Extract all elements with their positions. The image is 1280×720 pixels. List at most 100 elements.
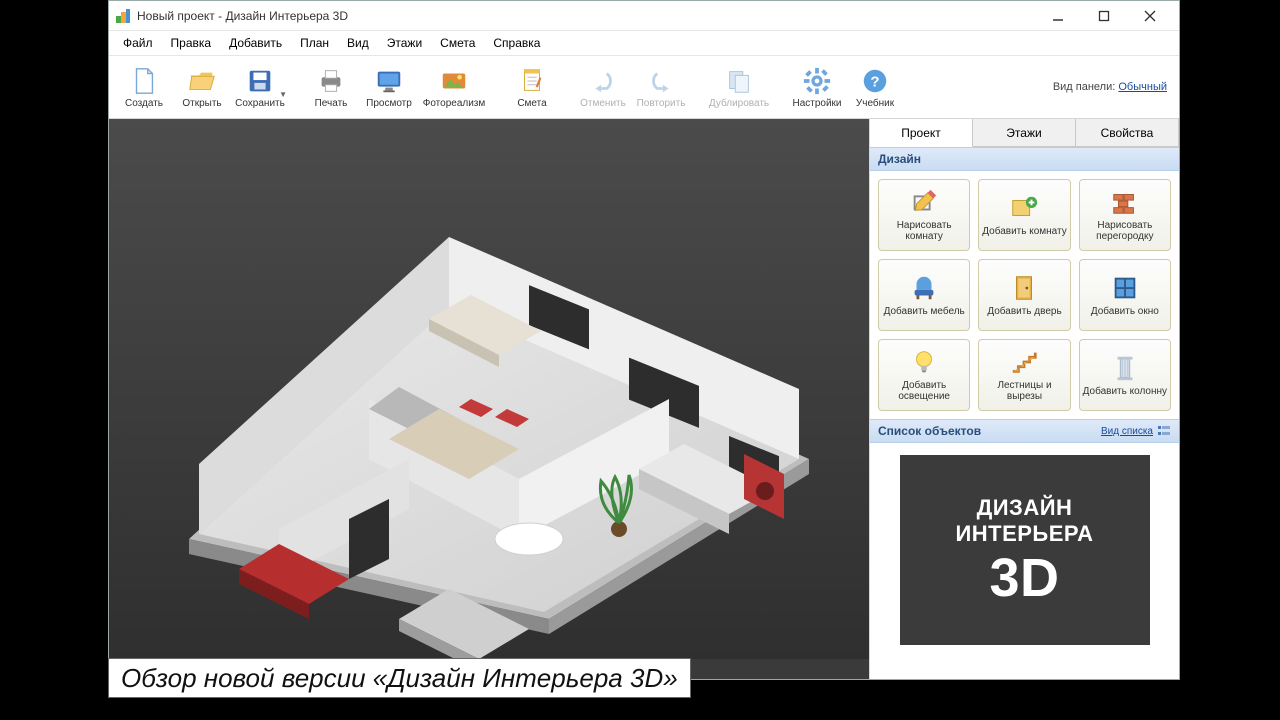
armchair-icon	[909, 274, 939, 302]
video-caption: Обзор новой версии «Дизайн Интерьера 3D»	[108, 658, 691, 698]
side-panel: Проект Этажи Свойства Дизайн Нарисовать …	[869, 119, 1179, 679]
label: Добавить освещение	[881, 380, 967, 402]
app-icon	[115, 8, 131, 24]
svg-text:?: ?	[870, 73, 879, 90]
notes-icon	[517, 66, 547, 96]
label: Создать	[125, 98, 163, 109]
open-button[interactable]: Открыть	[173, 57, 231, 117]
side-tabs: Проект Этажи Свойства	[870, 119, 1179, 147]
add-window-button[interactable]: Добавить окно	[1079, 259, 1171, 331]
folder-open-icon	[187, 66, 217, 96]
brick-wall-icon	[1110, 188, 1140, 216]
label: Открыть	[182, 98, 221, 109]
titlebar: Новый проект - Дизайн Интерьера 3D	[109, 1, 1179, 31]
settings-button[interactable]: Настройки	[788, 57, 846, 117]
undo-icon	[588, 66, 618, 96]
chevron-down-icon: ▼	[279, 90, 287, 99]
section-title: Список объектов	[878, 424, 981, 438]
menu-estimate[interactable]: Смета	[432, 33, 483, 53]
list-view-icon[interactable]	[1157, 424, 1171, 438]
draw-room-button[interactable]: Нарисовать комнату	[878, 179, 970, 251]
window-title: Новый проект - Дизайн Интерьера 3D	[137, 9, 1035, 23]
menu-floors[interactable]: Этажи	[379, 33, 430, 53]
menu-view[interactable]: Вид	[339, 33, 377, 53]
label: Лестницы и вырезы	[981, 380, 1067, 402]
help-icon: ?	[860, 66, 890, 96]
label: Фотореализм	[423, 98, 486, 109]
toolbar: Создать Открыть Сохранить ▼ Печать Просм…	[109, 55, 1179, 119]
create-button[interactable]: Создать	[115, 57, 173, 117]
list-view-link[interactable]: Вид списка	[1101, 426, 1153, 437]
column-icon	[1110, 354, 1140, 382]
tab-properties[interactable]: Свойства	[1076, 119, 1179, 146]
render-icon	[439, 66, 469, 96]
label: Настройки	[792, 98, 841, 109]
promo-line3: 3D	[989, 551, 1059, 605]
label: Смета	[517, 98, 546, 109]
label: Добавить колонну	[1083, 386, 1167, 397]
section-title: Дизайн	[878, 152, 921, 166]
tab-project[interactable]: Проект	[870, 119, 973, 147]
menubar: Файл Правка Добавить План Вид Этажи Смет…	[109, 31, 1179, 55]
panel-mode: Вид панели: Обычный	[1053, 81, 1173, 93]
design-palette: Нарисовать комнату Добавить комнату Нари…	[870, 171, 1179, 419]
viewport-3d[interactable]	[109, 119, 869, 679]
label: Добавить комнату	[982, 226, 1066, 237]
panel-mode-label: Вид панели:	[1053, 81, 1115, 93]
preview-button[interactable]: Просмотр	[360, 57, 418, 117]
label: Учебник	[856, 98, 894, 109]
label: Печать	[315, 98, 348, 109]
add-column-button[interactable]: Добавить колонну	[1079, 339, 1171, 411]
draw-wall-button[interactable]: Нарисовать перегородку	[1079, 179, 1171, 251]
pencil-room-icon	[909, 188, 939, 216]
print-button[interactable]: Печать	[302, 57, 360, 117]
stairs-button[interactable]: Лестницы и вырезы	[978, 339, 1070, 411]
redo-button[interactable]: Повторить	[632, 57, 690, 117]
gear-icon	[802, 66, 832, 96]
add-room-icon	[1009, 194, 1039, 222]
help-button[interactable]: ? Учебник	[846, 57, 904, 117]
add-furniture-button[interactable]: Добавить мебель	[878, 259, 970, 331]
label: Добавить мебель	[884, 306, 965, 317]
monitor-icon	[374, 66, 404, 96]
label: Дублировать	[709, 98, 769, 109]
add-light-button[interactable]: Добавить освещение	[878, 339, 970, 411]
app-window: Новый проект - Дизайн Интерьера 3D Файл …	[108, 0, 1180, 680]
redo-icon	[646, 66, 676, 96]
maximize-button[interactable]	[1081, 2, 1127, 30]
menu-file[interactable]: Файл	[115, 33, 161, 53]
new-file-icon	[129, 66, 159, 96]
objects-section-header: Список объектов Вид списка	[870, 419, 1179, 443]
close-button[interactable]	[1127, 2, 1173, 30]
promo-card: ДИЗАЙН ИНТЕРЬЕРА 3D	[900, 455, 1150, 645]
stairs-icon	[1009, 348, 1039, 376]
label: Просмотр	[366, 98, 412, 109]
menu-edit[interactable]: Правка	[163, 33, 220, 53]
window-buttons	[1035, 2, 1173, 30]
undo-button[interactable]: Отменить	[574, 57, 632, 117]
panel-mode-link[interactable]: Обычный	[1118, 81, 1167, 93]
duplicate-icon	[724, 66, 754, 96]
photoreal-button[interactable]: Фотореализм	[418, 57, 490, 117]
object-list-area: ДИЗАЙН ИНТЕРЬЕРА 3D	[870, 443, 1179, 679]
tab-floors[interactable]: Этажи	[973, 119, 1076, 146]
door-icon	[1009, 274, 1039, 302]
body: Проект Этажи Свойства Дизайн Нарисовать …	[109, 119, 1179, 679]
add-room-button[interactable]: Добавить комнату	[978, 179, 1070, 251]
menu-help[interactable]: Справка	[485, 33, 548, 53]
duplicate-button[interactable]: Дублировать	[703, 57, 775, 117]
add-door-button[interactable]: Добавить дверь	[978, 259, 1070, 331]
label: Нарисовать перегородку	[1082, 220, 1168, 242]
menu-add[interactable]: Добавить	[221, 33, 290, 53]
save-button[interactable]: Сохранить ▼	[231, 57, 289, 117]
printer-icon	[316, 66, 346, 96]
caption-text: Обзор новой версии «Дизайн Интерьера 3D»	[121, 663, 678, 694]
menu-plan[interactable]: План	[292, 33, 337, 53]
estimate-button[interactable]: Смета	[503, 57, 561, 117]
minimize-button[interactable]	[1035, 2, 1081, 30]
promo-line1: ДИЗАЙН	[977, 495, 1073, 521]
label: Повторить	[637, 98, 686, 109]
floorplan-render	[109, 119, 869, 659]
save-icon	[245, 66, 275, 96]
label: Сохранить	[235, 98, 285, 109]
